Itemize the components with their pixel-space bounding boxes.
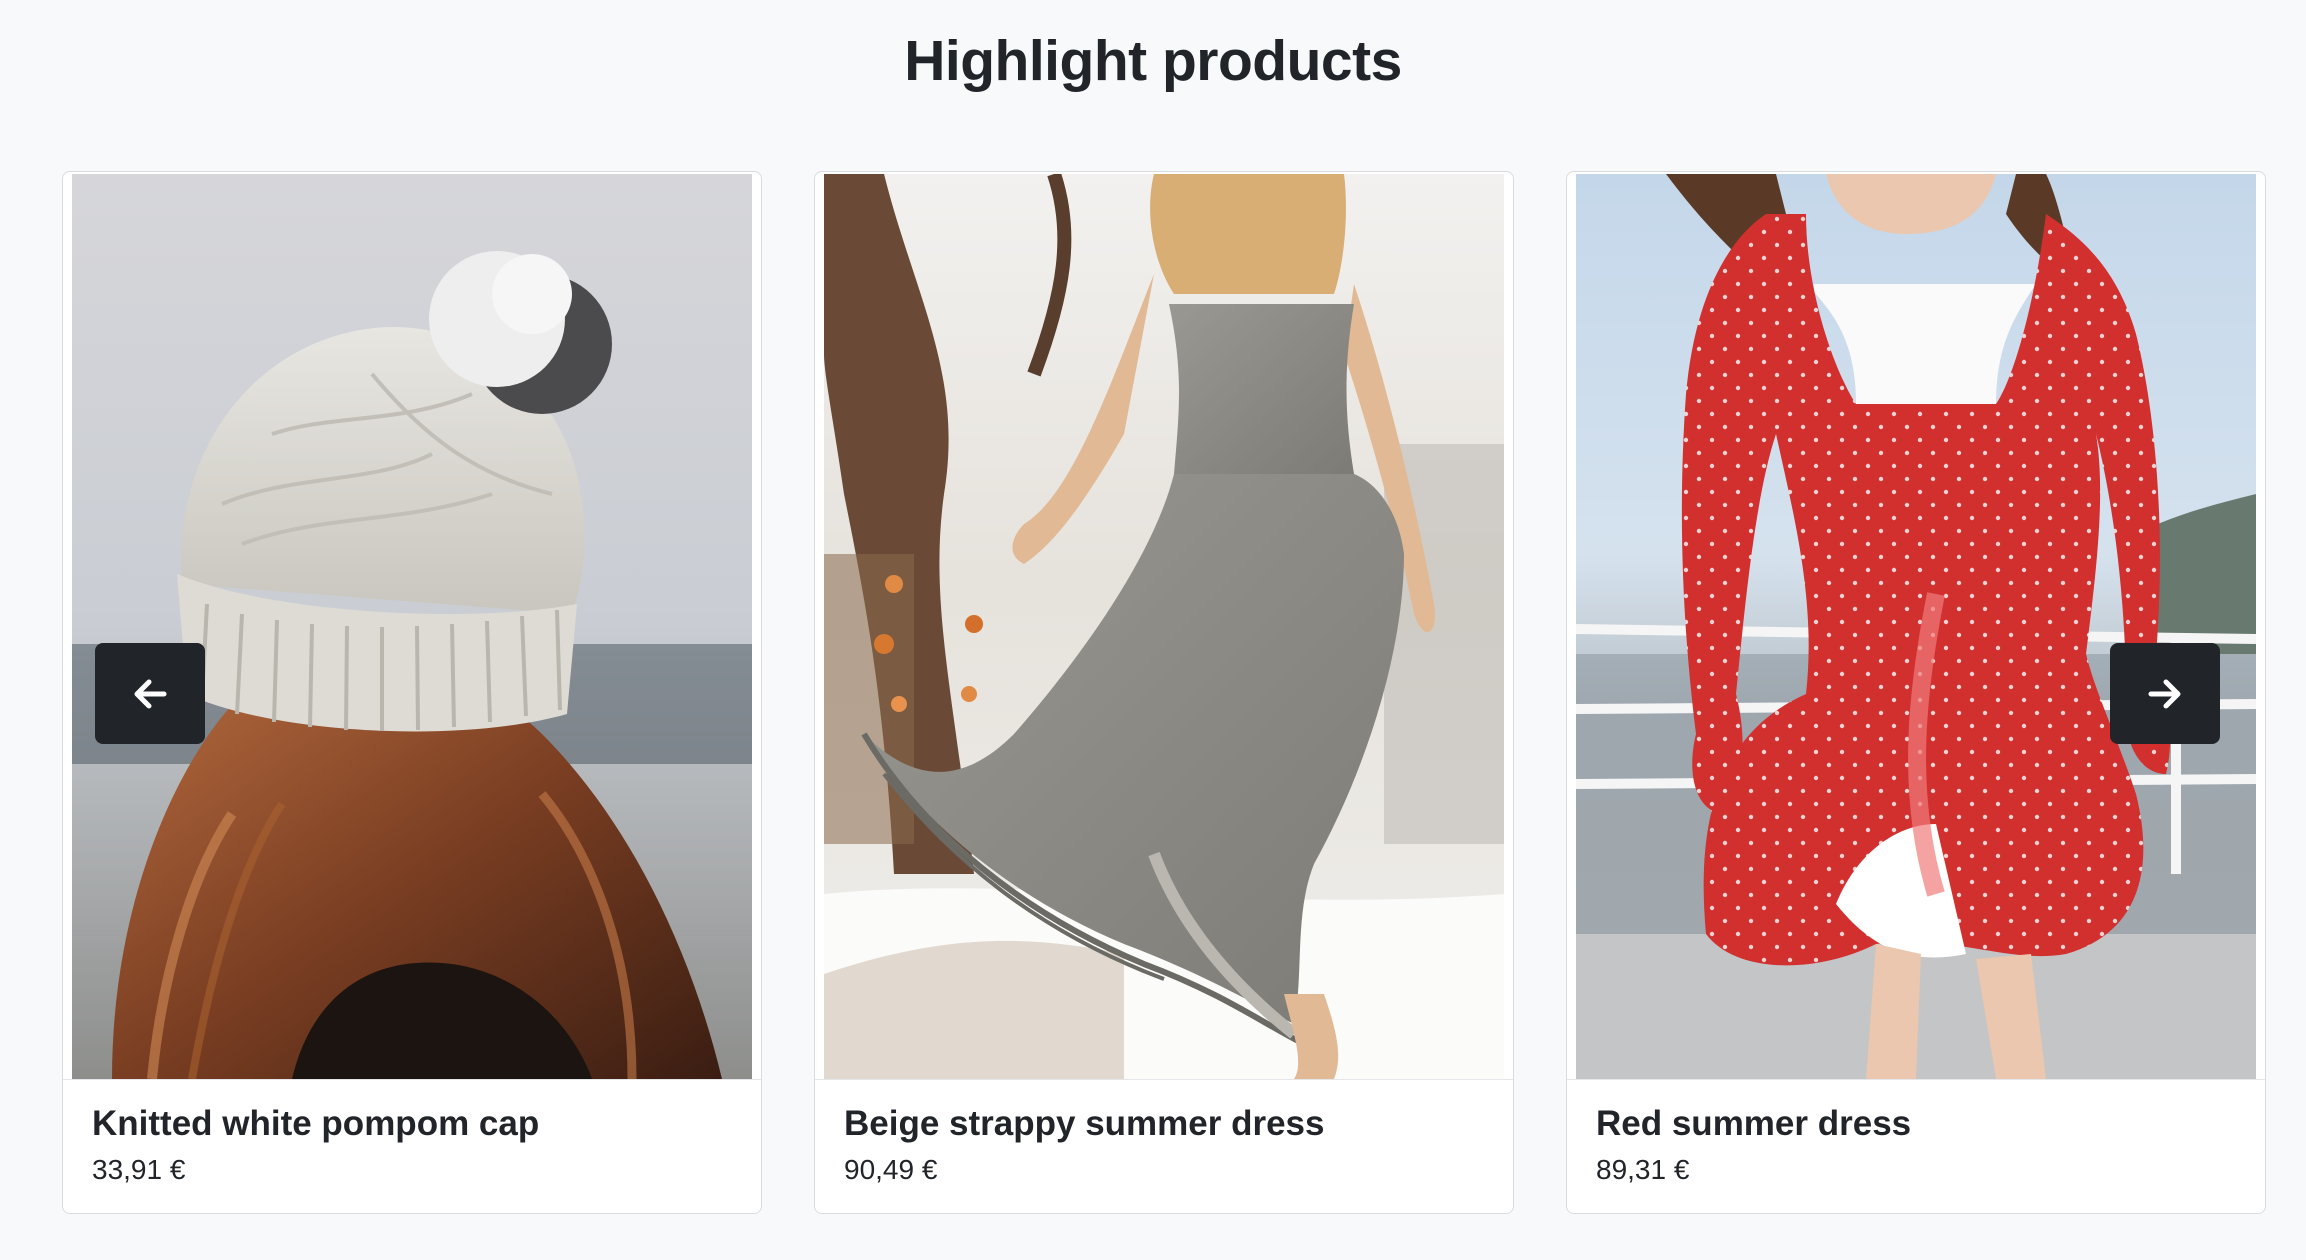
product-card[interactable]: Beige strappy summer dress 90,49 € xyxy=(814,171,1514,1214)
product-carousel: Knitted white pompom cap 33,91 € Beige s… xyxy=(62,171,2266,1216)
product-price: 90,49 € xyxy=(844,1154,938,1185)
product-price: 33,91 € xyxy=(92,1154,186,1185)
arrow-left-icon xyxy=(134,679,167,708)
product-price: 89,31 € xyxy=(1596,1154,1690,1185)
product-name[interactable]: Beige strappy summer dress xyxy=(844,1104,1324,1144)
arrow-right-icon xyxy=(2148,679,2181,708)
product-name[interactable]: Knitted white pompom cap xyxy=(92,1104,539,1144)
product-image[interactable] xyxy=(72,174,752,1079)
carousel-next-button[interactable] xyxy=(2110,643,2220,744)
section-title: Highlight products xyxy=(904,29,1402,93)
product-name[interactable]: Red summer dress xyxy=(1596,1104,1911,1144)
card-body: Beige strappy summer dress 90,49 € xyxy=(815,1079,1513,1213)
card-body: Knitted white pompom cap 33,91 € xyxy=(63,1079,761,1213)
carousel-prev-button[interactable] xyxy=(95,643,205,744)
product-image[interactable] xyxy=(824,174,1504,1079)
card-body: Red summer dress 89,31 € xyxy=(1567,1079,2265,1213)
product-image[interactable] xyxy=(1576,174,2256,1079)
